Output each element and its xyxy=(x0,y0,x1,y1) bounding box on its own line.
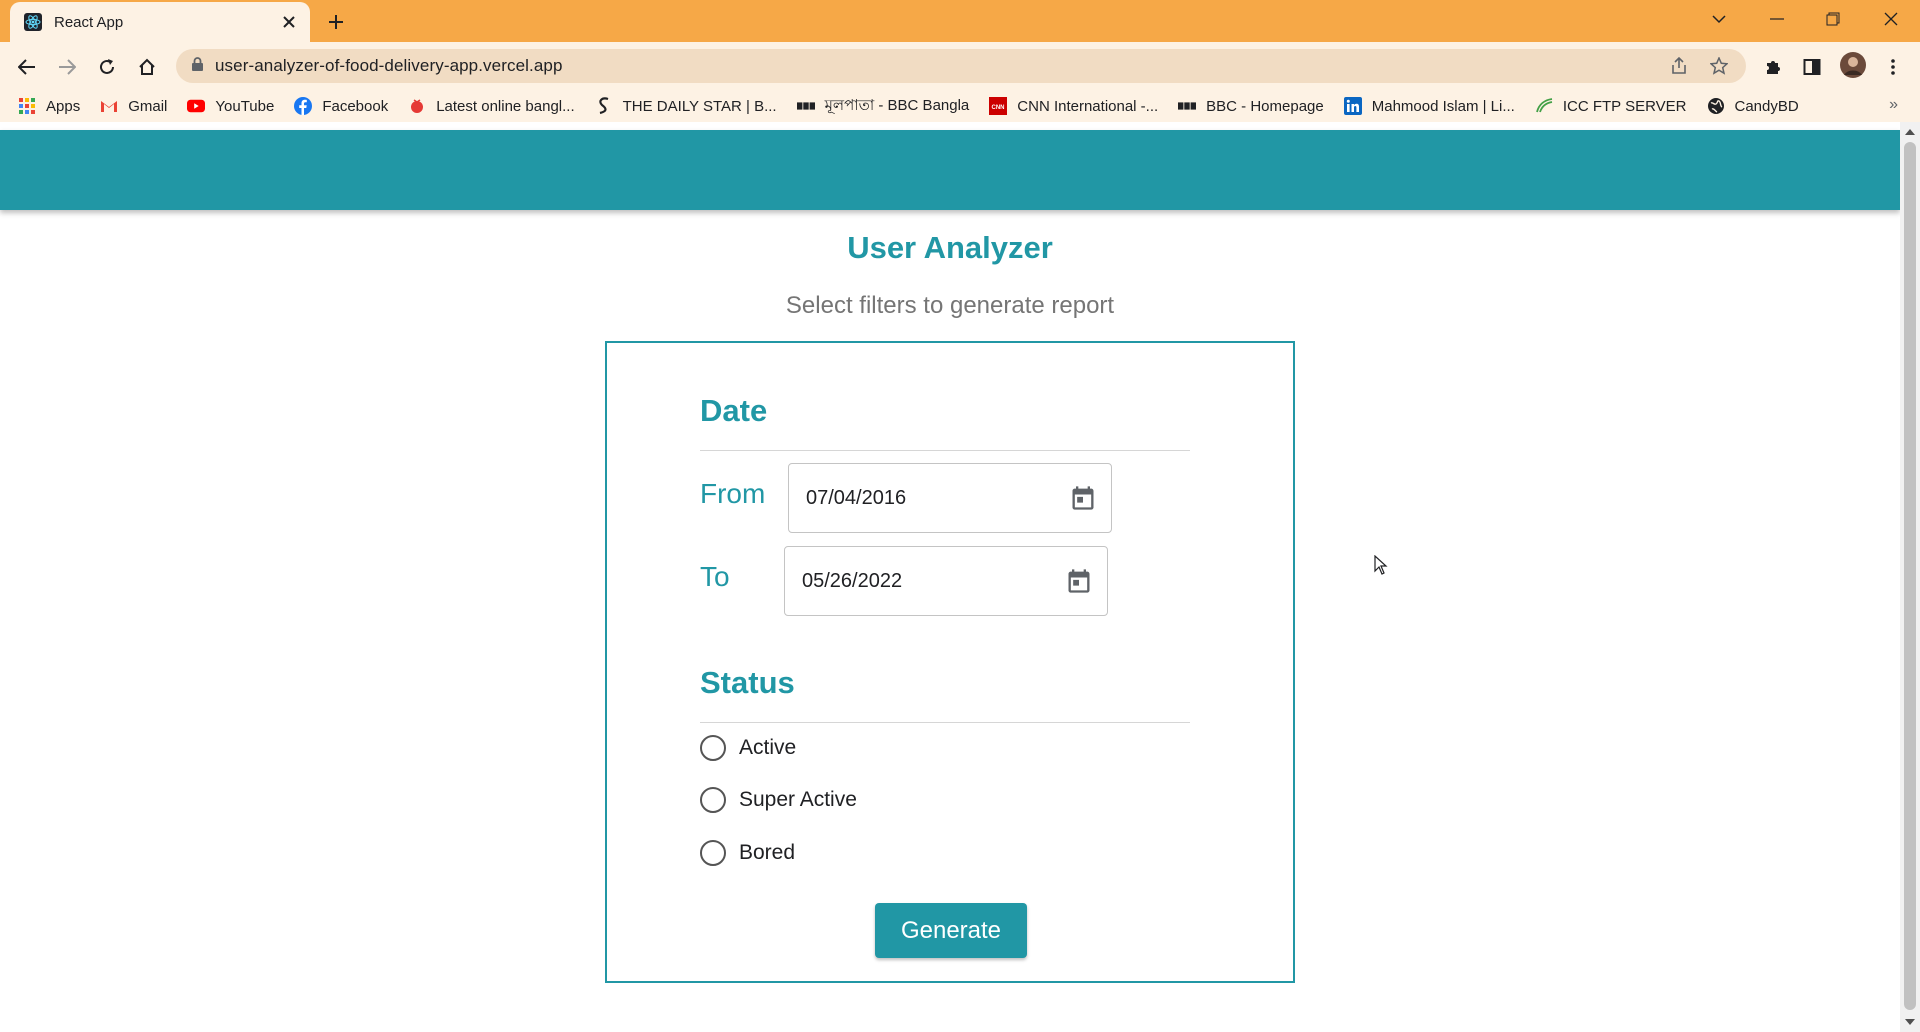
restore-icon[interactable] xyxy=(1810,0,1856,38)
bookmark-youtube[interactable]: YouTube xyxy=(187,97,274,115)
home-icon[interactable] xyxy=(132,52,162,82)
cnn-icon: CNN xyxy=(989,97,1008,115)
close-window-icon[interactable] xyxy=(1868,0,1914,38)
browser-tab[interactable]: React App xyxy=(10,2,310,42)
minimize-icon[interactable] xyxy=(1754,0,1800,38)
bbc-icon xyxy=(1178,97,1197,115)
bookmark-label: Facebook xyxy=(322,97,389,115)
bookmark-linkedin[interactable]: Mahmood Islam | Li... xyxy=(1343,97,1515,115)
linkedin-icon xyxy=(1343,97,1362,115)
back-arrow-icon[interactable] xyxy=(12,52,42,82)
bookmark-label: Gmail xyxy=(128,97,168,115)
bookmarks-bar: Apps Gmail YouTube Facebook Latest onlin… xyxy=(0,90,1920,122)
extensions-puzzle-icon[interactable] xyxy=(1758,52,1788,82)
bookmark-latest-online-bangla[interactable]: Latest online bangl... xyxy=(408,97,575,115)
reload-icon[interactable] xyxy=(92,52,122,82)
bookmark-label: ICC FTP SERVER xyxy=(1562,97,1687,115)
lock-icon[interactable] xyxy=(192,56,203,76)
globe-icon xyxy=(1707,97,1725,115)
bookmark-label: Latest online bangl... xyxy=(436,97,575,115)
radio-label: Active xyxy=(739,736,797,759)
from-date-value: 07/04/2016 xyxy=(806,487,907,509)
date-divider xyxy=(700,450,1190,451)
status-option-super-active[interactable]: Super Active xyxy=(700,785,857,815)
bbc-icon xyxy=(796,97,815,115)
menu-kebab-icon[interactable] xyxy=(1878,52,1908,82)
status-option-active[interactable]: Active xyxy=(700,733,796,763)
share-icon[interactable] xyxy=(1664,49,1694,83)
bookmark-daily-star[interactable]: THE DAILY STAR | B... xyxy=(595,97,777,115)
bookmark-label: মূলপাতা - BBC Bangla xyxy=(824,96,970,114)
bookmark-bbc-bangla[interactable]: মূলপাতা - BBC Bangla xyxy=(796,94,970,119)
bookmark-label: YouTube xyxy=(215,97,275,115)
browser-toolbar: user-analyzer-of-food-delivery-app.verce… xyxy=(0,42,1920,90)
profile-avatar[interactable] xyxy=(1838,50,1868,80)
bookmark-gmail[interactable]: Gmail xyxy=(100,97,167,115)
date-section-title: Date xyxy=(700,393,768,428)
react-logo-icon xyxy=(24,13,42,31)
svg-text:CNN: CNN xyxy=(992,105,1005,111)
scroll-up-arrow-icon[interactable] xyxy=(1900,124,1920,140)
status-option-bored[interactable]: Bored xyxy=(700,838,795,868)
bookmarks-overflow-button[interactable]: » xyxy=(1889,96,1898,114)
from-label: From xyxy=(700,478,766,509)
page-title: User Analyzer xyxy=(847,230,1053,265)
radio-button[interactable] xyxy=(700,787,726,813)
filter-form-card: Date From 07/04/2016 To 05/26/2022 Statu… xyxy=(605,341,1295,983)
icc-icon xyxy=(1535,97,1553,115)
page-scrollbar[interactable] xyxy=(1900,122,1920,1032)
tab-strip: React App xyxy=(0,0,1920,42)
bookmark-candybd[interactable]: CandyBD xyxy=(1707,97,1799,115)
new-tab-button[interactable] xyxy=(322,8,350,36)
bookmark-bbc-homepage[interactable]: BBC - Homepage xyxy=(1178,97,1324,115)
bookmark-cnn[interactable]: CNN CNN International -... xyxy=(989,97,1158,115)
to-date-input[interactable]: 05/26/2022 xyxy=(784,546,1108,616)
youtube-icon xyxy=(187,97,206,115)
bookmark-label: BBC - Homepage xyxy=(1206,97,1324,115)
address-bar[interactable]: user-analyzer-of-food-delivery-app.verce… xyxy=(176,49,1746,83)
side-panel-icon[interactable] xyxy=(1797,52,1827,82)
scroll-down-arrow-icon[interactable] xyxy=(1900,1014,1920,1030)
bookmark-label: CNN International -... xyxy=(1017,97,1159,115)
scrollbar-thumb[interactable] xyxy=(1904,142,1916,1010)
radio-button[interactable] xyxy=(700,735,726,761)
radio-label: Bored xyxy=(739,841,796,864)
apps-grid-icon xyxy=(18,97,36,115)
close-tab-icon[interactable] xyxy=(278,11,300,33)
tab-title: React App xyxy=(54,13,124,31)
app-header-bar xyxy=(0,130,1900,210)
bookmark-facebook[interactable]: Facebook xyxy=(294,97,388,115)
radio-button[interactable] xyxy=(700,840,726,866)
calendar-icon[interactable] xyxy=(1065,567,1093,595)
bookmark-label: Mahmood Islam | Li... xyxy=(1371,97,1515,115)
bookmark-label: CandyBD xyxy=(1734,97,1799,115)
news-icon xyxy=(408,97,426,115)
bookmark-label: Apps xyxy=(46,97,81,115)
page-viewport: User Analyzer Select filters to generate… xyxy=(0,122,1920,1032)
generate-button[interactable]: Generate xyxy=(875,903,1027,958)
from-date-input[interactable]: 07/04/2016 xyxy=(788,463,1112,533)
facebook-icon xyxy=(294,97,313,115)
bookmark-apps[interactable]: Apps xyxy=(18,97,80,115)
bookmark-label: THE DAILY STAR | B... xyxy=(622,97,777,115)
calendar-icon[interactable] xyxy=(1069,484,1097,512)
bookmark-icc-ftp[interactable]: ICC FTP SERVER xyxy=(1535,97,1687,115)
tab-search-icon[interactable] xyxy=(1696,0,1742,38)
to-label: To xyxy=(700,561,730,592)
url-text[interactable]: user-analyzer-of-food-delivery-app.verce… xyxy=(215,56,563,76)
bookmark-star-icon[interactable] xyxy=(1704,49,1734,83)
mouse-cursor-icon xyxy=(1374,554,1388,580)
forward-arrow-icon[interactable] xyxy=(52,52,82,82)
status-divider xyxy=(700,722,1190,723)
daily-star-icon xyxy=(595,97,613,115)
status-section-title: Status xyxy=(700,665,795,700)
to-date-value: 05/26/2022 xyxy=(802,570,903,592)
radio-label: Super Active xyxy=(739,788,857,811)
page-subtitle: Select filters to generate report xyxy=(785,292,1115,319)
gmail-icon xyxy=(100,97,118,115)
